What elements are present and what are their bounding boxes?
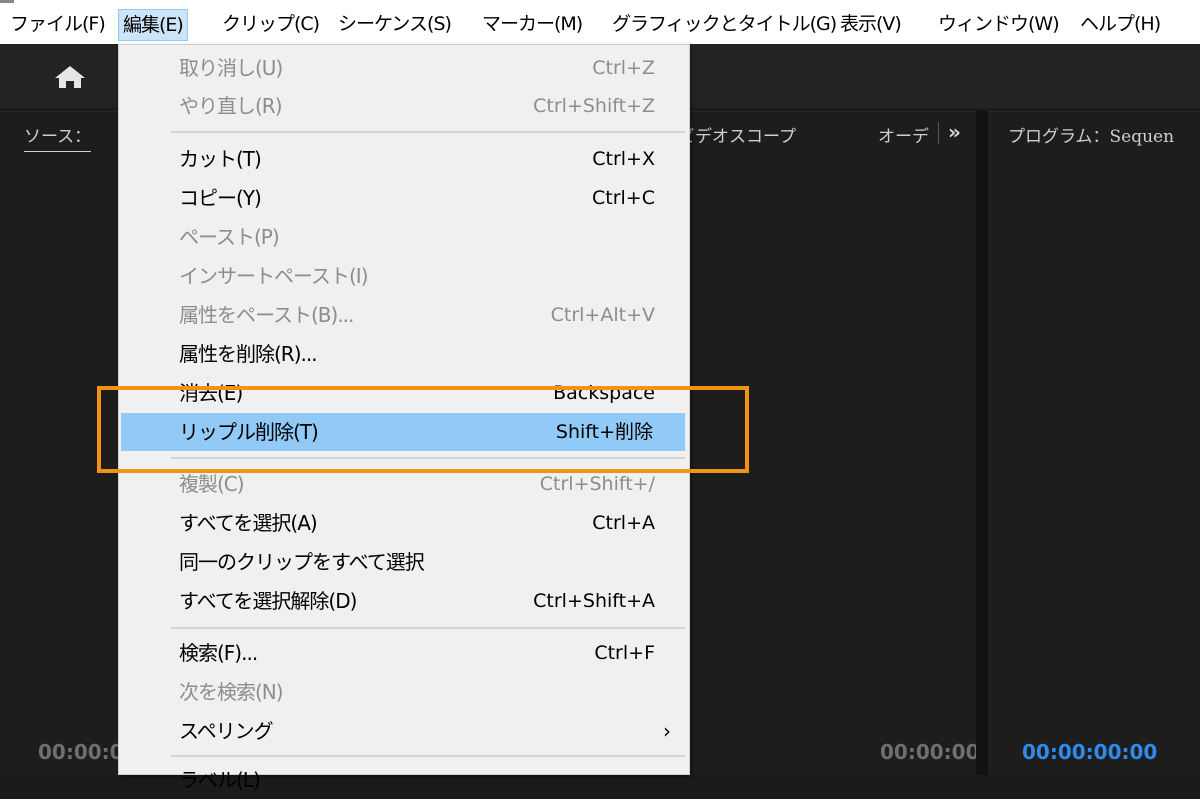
menu-item-spelling[interactable]: スペリング ›: [121, 712, 687, 750]
menu-item-paste-insert[interactable]: インサートペースト(I): [121, 257, 687, 295]
menu-graphics-titles[interactable]: グラフィックとタイトル(G): [612, 9, 837, 41]
menu-item-label: 次を検索(N): [179, 680, 284, 704]
menu-item-shortcut: Ctrl+X: [592, 148, 655, 170]
menu-item-shortcut: Ctrl+A: [592, 512, 655, 534]
menu-item-label: 消去(E): [179, 381, 243, 405]
window-icon: [0, 0, 14, 3]
menu-item-shortcut: Ctrl+Shift+/: [539, 473, 655, 495]
tab-program[interactable]: プログラム：Sequen: [1008, 122, 1174, 147]
menu-item-label: カット(T): [179, 147, 262, 171]
menu-sequence[interactable]: シーケンス(S): [338, 9, 452, 41]
menu-item-paste[interactable]: ペースト(P): [121, 218, 687, 256]
menu-item-select-same-clips[interactable]: 同一のクリップをすべて選択: [121, 543, 687, 581]
menu-item-label: すべてを選択解除(D): [179, 589, 357, 613]
menu-item-label: ラベル(L): [179, 768, 261, 792]
menu-item-clear[interactable]: 消去(E) Backspace: [121, 374, 687, 412]
menu-item-label: 属性をペースト(B)...: [179, 303, 354, 327]
menu-item-label: すべてを選択(A): [179, 511, 318, 535]
tab-divider: [938, 122, 939, 144]
menu-item-label: インサートペースト(I): [179, 264, 369, 288]
mid-timecode: 00:00:00: [880, 740, 980, 764]
menu-item-shortcut: Ctrl+F: [594, 642, 655, 664]
panel-divider[interactable]: [976, 111, 988, 775]
menu-marker[interactable]: マーカー(M): [482, 9, 583, 41]
menu-view[interactable]: 表示(V): [840, 9, 902, 41]
edit-menu-dropdown: 取り消し(U) Ctrl+Z やり直し(R) Ctrl+Shift+Z カット(…: [118, 44, 690, 792]
menu-item-label: スペリング: [179, 719, 274, 743]
menu-separator: [171, 457, 685, 459]
program-panel: プログラム：Sequen 00:00:00:00: [988, 111, 1200, 776]
menu-edit[interactable]: 編集(E): [118, 9, 188, 41]
menu-item-find-next[interactable]: 次を検索(N): [121, 673, 687, 711]
scopes-panel: ビデオスコープ オーデ » 00:00:00: [678, 111, 980, 776]
menu-separator: [171, 755, 685, 757]
program-timecode[interactable]: 00:00:00:00: [1022, 740, 1157, 764]
menu-clip[interactable]: クリップ(C): [222, 9, 320, 41]
menu-bar: ファイル(F) 編集(E) クリップ(C) シーケンス(S) マーカー(M) グ…: [0, 0, 1200, 44]
menu-item-cut[interactable]: カット(T) Ctrl+X: [121, 140, 687, 178]
menu-separator: [171, 131, 685, 133]
menu-item-label: 同一のクリップをすべて選択: [179, 550, 425, 574]
chevron-right-icon: ›: [663, 719, 671, 743]
menu-item-duplicate[interactable]: 複製(C) Ctrl+Shift+/: [121, 465, 687, 503]
menu-item-label: コピー(Y): [179, 186, 262, 210]
menu-item-label-submenu[interactable]: ラベル(L): [121, 761, 687, 799]
home-icon[interactable]: [52, 64, 88, 90]
menu-item-shortcut: Ctrl+Z: [592, 57, 655, 79]
menu-item-shortcut: Backspace: [553, 382, 655, 404]
source-timecode: 00:00:0: [38, 740, 124, 764]
source-panel: ソース： 00:00:0: [0, 111, 124, 776]
menu-file[interactable]: ファイル(F): [10, 9, 106, 41]
menu-item-label: リップル削除(T): [179, 420, 319, 444]
menu-item-ripple-delete[interactable]: リップル削除(T) Shift+削除: [121, 413, 685, 451]
menu-item-shortcut: Ctrl+Alt+V: [550, 304, 655, 326]
menu-separator: [171, 627, 685, 629]
menu-item-label: 取り消し(U): [179, 56, 283, 80]
menu-item-label: 検索(F)...: [179, 641, 258, 665]
menu-item-deselect-all[interactable]: すべてを選択解除(D) Ctrl+Shift+A: [121, 582, 687, 620]
menu-item-label: 複製(C): [179, 472, 245, 496]
menu-item-paste-attributes[interactable]: 属性をペースト(B)... Ctrl+Alt+V: [121, 296, 687, 334]
menu-item-remove-attributes[interactable]: 属性を削除(R)...: [121, 335, 687, 373]
menu-item-label: 属性を削除(R)...: [179, 342, 318, 366]
menu-window[interactable]: ウィンドウ(W): [938, 9, 1060, 41]
menu-item-shortcut: Shift+削除: [555, 421, 653, 443]
menu-item-shortcut: Ctrl+C: [592, 187, 655, 209]
menu-item-label: やり直し(R): [179, 94, 283, 118]
chevron-double-right-icon[interactable]: »: [948, 120, 961, 144]
menu-item-find[interactable]: 検索(F)... Ctrl+F: [121, 634, 687, 672]
menu-item-shortcut: Ctrl+Shift+Z: [533, 95, 655, 117]
menu-item-label: ペースト(P): [179, 225, 280, 249]
menu-item-shortcut: Ctrl+Shift+A: [533, 590, 655, 612]
tab-audio[interactable]: オーデ: [878, 122, 929, 147]
menu-item-select-all[interactable]: すべてを選択(A) Ctrl+A: [121, 504, 687, 542]
tab-source[interactable]: ソース：: [24, 122, 92, 152]
menu-item-copy[interactable]: コピー(Y) Ctrl+C: [121, 179, 687, 217]
menu-item-redo[interactable]: やり直し(R) Ctrl+Shift+Z: [121, 87, 687, 125]
menu-item-undo[interactable]: 取り消し(U) Ctrl+Z: [121, 49, 687, 87]
tab-video-scopes[interactable]: ビデオスコープ: [678, 122, 796, 147]
menu-help[interactable]: ヘルプ(H): [1080, 9, 1161, 41]
